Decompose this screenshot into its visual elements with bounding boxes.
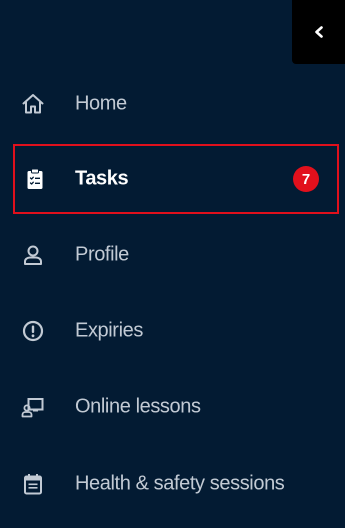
sidebar-item-label: Tasks	[75, 167, 129, 190]
sidebar: Home Tasks 7 Profile Expiries Online les…	[0, 0, 345, 528]
tasks-count-badge: 7	[293, 166, 319, 192]
sidebar-item-home[interactable]: Home	[0, 77, 345, 131]
sidebar-item-expiries[interactable]: Expiries	[0, 304, 345, 358]
sidebar-item-online-lessons[interactable]: Online lessons	[0, 380, 345, 434]
user-icon	[20, 242, 46, 268]
sidebar-item-tasks[interactable]: Tasks 7	[13, 144, 339, 214]
sidebar-item-label: Health & safety sessions	[75, 472, 285, 495]
sidebar-item-health-safety-sessions[interactable]: Health & safety sessions	[0, 457, 345, 511]
home-icon	[20, 91, 46, 117]
alert-circle-icon	[20, 318, 46, 344]
sidebar-item-profile[interactable]: Profile	[0, 228, 345, 282]
sidebar-item-label: Profile	[75, 243, 129, 266]
clipboard-icon	[22, 166, 48, 192]
chevron-left-icon	[314, 26, 323, 38]
calendar-icon	[20, 471, 46, 497]
sidebar-item-label: Expiries	[75, 319, 143, 342]
collapse-sidebar-button[interactable]	[292, 0, 345, 64]
online-lesson-icon	[20, 394, 46, 420]
sidebar-item-label: Home	[75, 92, 127, 115]
sidebar-item-label: Online lessons	[75, 395, 201, 418]
